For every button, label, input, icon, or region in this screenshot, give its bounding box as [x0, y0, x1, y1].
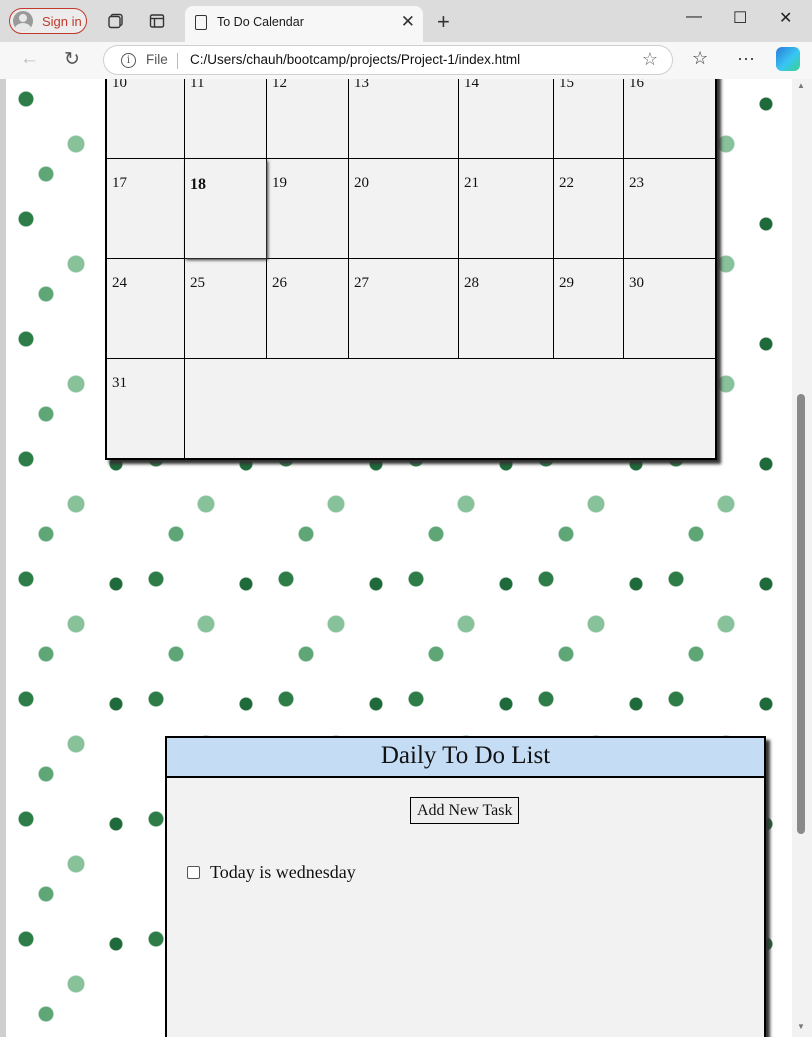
- sign-in-button[interactable]: Sign in: [9, 8, 87, 34]
- tab-actions-icon[interactable]: [148, 12, 166, 30]
- info-icon[interactable]: i: [121, 53, 136, 68]
- divider: [177, 53, 178, 69]
- scrollbar[interactable]: ▲ ▼: [792, 79, 812, 1037]
- maximize-icon[interactable]: ☐: [733, 8, 747, 28]
- calendar-day[interactable]: 19: [266, 159, 348, 258]
- scroll-thumb[interactable]: [797, 394, 805, 834]
- calendar-day[interactable]: 25: [184, 259, 266, 358]
- tab-title: To Do Calendar: [217, 15, 304, 29]
- address-bar[interactable]: i File C:/Users/chauh/bootcamp/projects/…: [103, 45, 673, 75]
- workspaces-icon[interactable]: [107, 12, 125, 30]
- calendar-day[interactable]: 27: [348, 259, 458, 358]
- address-toolbar: ← ↻ i File C:/Users/chauh/bootcamp/proje…: [0, 42, 812, 80]
- favorites-icon[interactable]: ☆: [692, 48, 708, 69]
- task-item: Today is wednesday: [187, 862, 356, 883]
- todo-panel: Daily To Do List Add New Task Today is w…: [165, 736, 766, 1037]
- calendar-day[interactable]: 14: [458, 79, 553, 158]
- new-tab-icon[interactable]: +: [437, 9, 450, 35]
- minimize-icon[interactable]: —: [686, 8, 702, 26]
- window-close-icon[interactable]: ✕: [779, 8, 792, 28]
- calendar-day[interactable]: 24: [107, 259, 184, 358]
- calendar-day[interactable]: 17: [107, 159, 184, 258]
- file-label: File: [146, 52, 168, 67]
- sign-in-label: Sign in: [42, 13, 82, 29]
- calendar-week-row: 10 11 12 13 14 15 16: [107, 79, 715, 158]
- calendar-day[interactable]: 22: [553, 159, 623, 258]
- calendar-empty-space: [184, 359, 715, 458]
- favorite-star-icon[interactable]: ☆: [642, 49, 658, 70]
- calendar-day[interactable]: 29: [553, 259, 623, 358]
- calendar-day[interactable]: 13: [348, 79, 458, 158]
- task-label: Today is wednesday: [210, 862, 356, 882]
- calendar-day[interactable]: 26: [266, 259, 348, 358]
- calendar-day[interactable]: 28: [458, 259, 553, 358]
- back-arrow-icon[interactable]: ←: [20, 48, 39, 70]
- calendar-day[interactable]: 23: [623, 159, 715, 258]
- scroll-down-arrow-icon[interactable]: ▼: [797, 1022, 805, 1031]
- page-viewport: 10 11 12 13 14 15 16 17 18 19 20 21 22 23 24 25 26 27 28 29…: [6, 79, 792, 1037]
- page-icon: [195, 15, 207, 30]
- calendar-week-row: 24 25 26 27 28 29 30: [107, 258, 715, 358]
- todo-title: Daily To Do List: [167, 738, 764, 778]
- calendar-day[interactable]: 30: [623, 259, 715, 358]
- calendar: 10 11 12 13 14 15 16 17 18 19 20 21 22 23 24 25 26 27 28 29…: [105, 79, 717, 460]
- browser-tab-bar: Sign in To Do Calendar ✕ + — ☐ ✕: [0, 0, 812, 42]
- avatar-icon: [13, 11, 33, 31]
- calendar-week-row: 31: [107, 358, 715, 458]
- calendar-day-today[interactable]: 18: [184, 159, 266, 258]
- calendar-day[interactable]: 21: [458, 159, 553, 258]
- url-text[interactable]: C:/Users/chauh/bootcamp/projects/Project…: [190, 52, 520, 67]
- refresh-icon[interactable]: ↻: [64, 48, 80, 71]
- calendar-day[interactable]: 15: [553, 79, 623, 158]
- calendar-day[interactable]: 12: [266, 79, 348, 158]
- more-options-icon[interactable]: ···: [737, 48, 755, 69]
- tab-close-icon[interactable]: ✕: [401, 12, 415, 32]
- scroll-up-arrow-icon[interactable]: ▲: [797, 81, 805, 90]
- copilot-icon[interactable]: [776, 47, 800, 71]
- calendar-day[interactable]: 16: [623, 79, 715, 158]
- add-new-task-button[interactable]: Add New Task: [410, 797, 520, 824]
- task-checkbox[interactable]: [187, 866, 200, 879]
- calendar-week-row: 17 18 19 20 21 22 23: [107, 158, 715, 258]
- calendar-day[interactable]: 11: [184, 79, 266, 158]
- calendar-day[interactable]: 20: [348, 159, 458, 258]
- calendar-day[interactable]: 31: [107, 359, 184, 458]
- active-tab[interactable]: To Do Calendar ✕: [185, 6, 423, 42]
- calendar-day[interactable]: 10: [107, 79, 184, 158]
